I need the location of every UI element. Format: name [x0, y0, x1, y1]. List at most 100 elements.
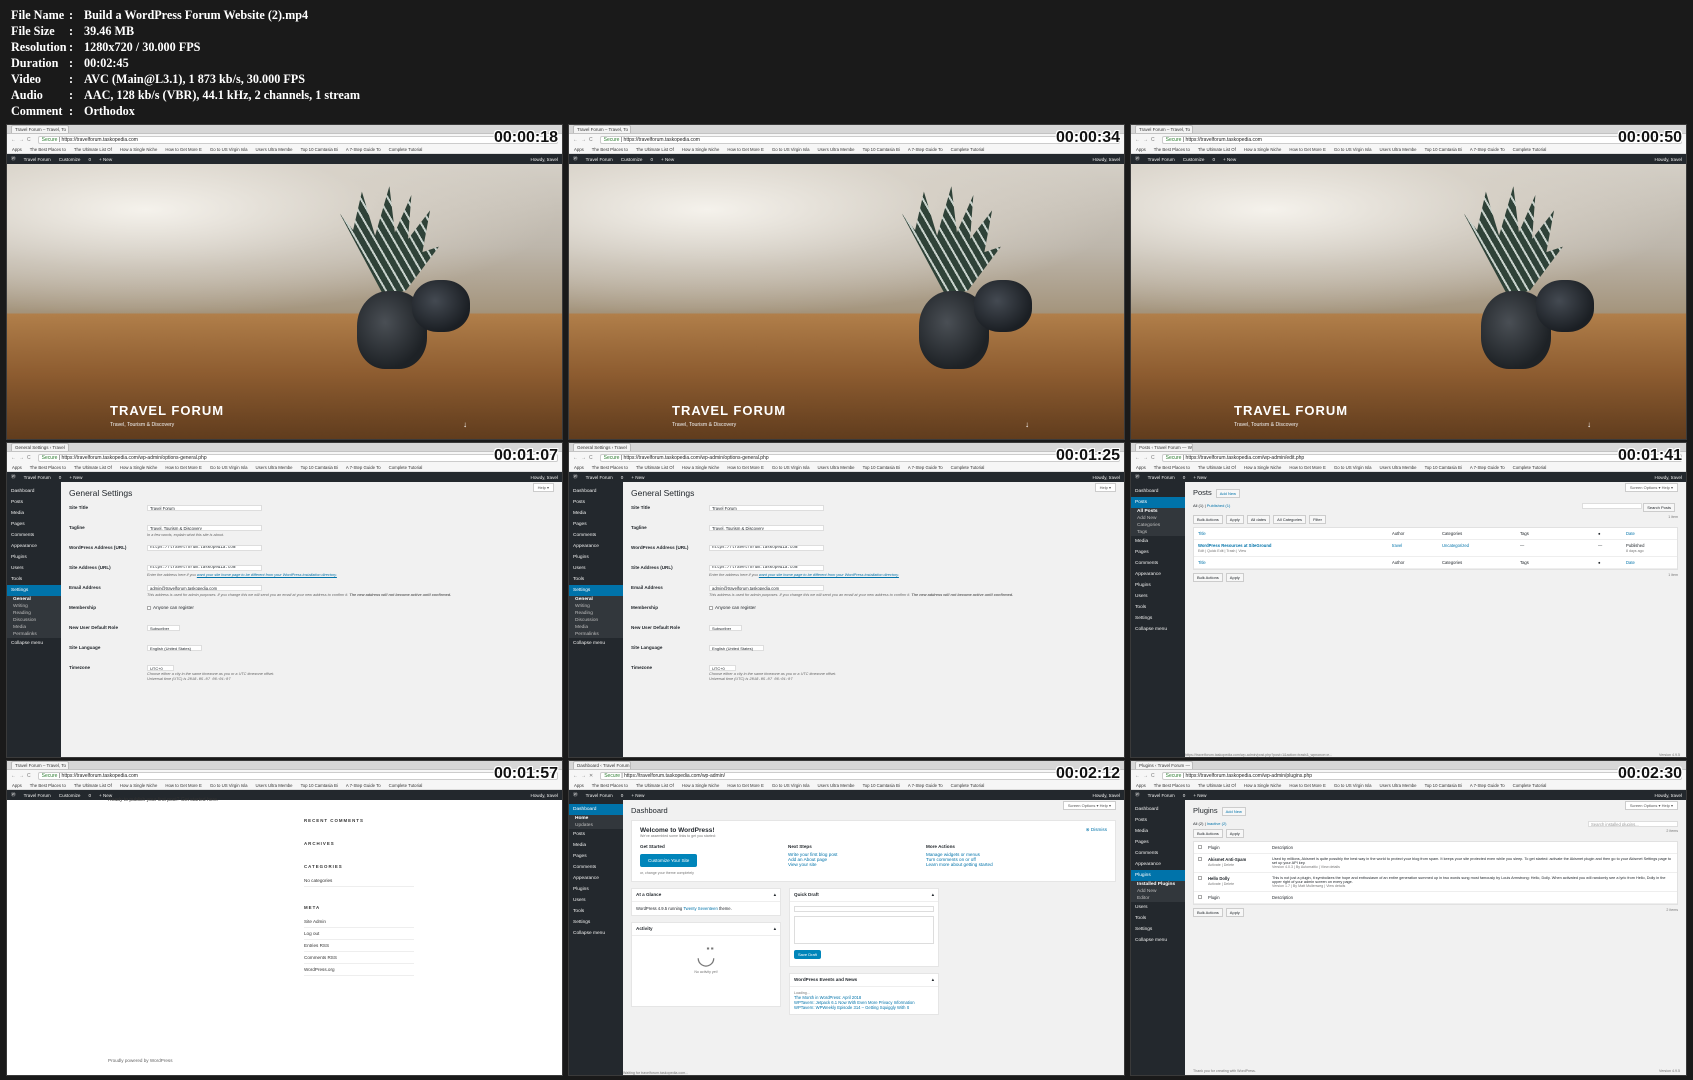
email-field[interactable]: admin@travelforum.taskopedia.com — [147, 585, 262, 591]
sidebar-item-dashboard[interactable]: Dashboard — [569, 486, 623, 497]
bulk-actions-select-bottom[interactable]: Bulk Actions — [1193, 907, 1223, 917]
browser-tab[interactable]: Travel Forum – Travel, To× — [573, 125, 631, 133]
toggle-icon[interactable]: ▴ — [774, 892, 776, 898]
sidebar-item-appearance[interactable]: Appearance — [569, 873, 623, 884]
help-button[interactable]: Help ▾ — [1094, 483, 1116, 492]
submenu-general[interactable]: General — [7, 596, 61, 603]
language-select[interactable]: English (United States) — [709, 645, 764, 651]
wordpress-logo-icon[interactable]: Ⓦ — [11, 156, 16, 162]
nav-arrows-icon[interactable]: ←→C — [1135, 137, 1158, 143]
sidebar-item-plugins[interactable]: Plugins — [7, 552, 61, 563]
filter-published[interactable]: Published (1) — [1207, 503, 1231, 508]
sidebar-item-plugins[interactable]: Plugins — [1131, 870, 1185, 881]
submenu-all-posts[interactable]: All Posts — [1131, 508, 1185, 515]
browser-tab[interactable]: Travel Forum – Travel, To× — [1135, 125, 1193, 133]
submenu-home[interactable]: Home — [569, 815, 623, 822]
submenu-editor[interactable]: Editor — [1131, 895, 1185, 902]
url-field[interactable]: Secure | https://travelforum.taskopedia.… — [37, 135, 558, 144]
browser-tab[interactable]: Travel Forum – Travel, To× — [11, 761, 69, 769]
sidebar-item-posts[interactable]: Posts — [7, 497, 61, 508]
browser-tab[interactable]: Plugins ‹ Travel Forum —× — [1135, 761, 1193, 769]
submenu-tags[interactable]: Tags — [1131, 529, 1185, 536]
bulk-actions-select[interactable]: Bulk Actions — [1193, 514, 1223, 524]
sidebar-item-dashboard[interactable]: Dashboard — [1131, 486, 1185, 497]
draft-title-input[interactable] — [794, 906, 934, 912]
toggle-icon[interactable]: ▴ — [932, 892, 934, 898]
select-all-checkbox[interactable] — [1198, 894, 1202, 899]
submenu-reading[interactable]: Reading — [7, 610, 61, 617]
nav-arrows-icon[interactable]: ←→C — [1135, 773, 1158, 779]
change-theme-link[interactable]: or, change your theme completely — [640, 871, 694, 875]
scroll-down-icon[interactable]: ↓ — [463, 420, 467, 429]
apply-button-bottom[interactable]: Apply — [1225, 907, 1244, 917]
submenu-permalinks[interactable]: Permalinks — [569, 631, 623, 638]
meta-link-log-out[interactable]: Log out — [304, 928, 414, 940]
sidebar-item-appearance[interactable]: Appearance — [1131, 569, 1185, 580]
submenu-installed-plugins[interactable]: Installed Plugins — [1131, 881, 1185, 888]
membership-checkbox[interactable] — [147, 605, 151, 610]
sidebar-item-appearance[interactable]: Appearance — [7, 541, 61, 552]
sidebar-item-pages[interactable]: Pages — [7, 519, 61, 530]
url-field[interactable]: Secure | https://travelforum.taskopedia.… — [1161, 453, 1682, 462]
sidebar-item-tools[interactable]: Tools — [1131, 913, 1185, 924]
url-field[interactable]: Secure | https://travelforum.taskopedia.… — [600, 771, 1120, 780]
role-select[interactable]: Subscriber — [147, 625, 181, 631]
meta-link-wordpress-org[interactable]: WordPress.org — [304, 964, 414, 976]
submenu-writing[interactable]: Writing — [569, 603, 623, 610]
tagline-field[interactable]: Travel, Tourism & Discovery — [147, 525, 262, 531]
nav-arrows-icon[interactable]: ←→C — [11, 773, 34, 779]
close-icon[interactable]: × — [62, 132, 65, 133]
add-new-button[interactable]: Add New — [1221, 806, 1246, 816]
sidebar-item-pages[interactable]: Pages — [1131, 547, 1185, 558]
collapse-menu[interactable]: Collapse menu — [1131, 935, 1185, 946]
site-title[interactable]: TRAVEL FORUM — [1234, 403, 1348, 418]
close-icon[interactable]: × — [62, 450, 65, 451]
sidebar-item-tools[interactable]: Tools — [569, 574, 623, 585]
close-icon[interactable]: × — [624, 450, 627, 451]
toggle-icon[interactable]: ▴ — [932, 977, 934, 983]
url-field[interactable]: Secure | https://travelforum.taskopedia.… — [1161, 771, 1682, 780]
sidebar-item-media[interactable]: Media — [1131, 536, 1185, 547]
sidebar-item-media[interactable]: Media — [1131, 826, 1185, 837]
collapse-menu[interactable]: Collapse menu — [569, 928, 623, 939]
nav-arrows-icon[interactable]: ←→C — [11, 137, 34, 143]
sidebar-item-comments[interactable]: Comments — [1131, 848, 1185, 859]
add-new-button[interactable]: Add New — [1215, 488, 1240, 498]
submenu-updates[interactable]: Updates — [569, 822, 623, 829]
meta-link-entries-rss[interactable]: Entries RSS — [304, 940, 414, 952]
wp-url-field[interactable]: https://travelforum.taskopedia.com — [709, 545, 824, 551]
submenu-general[interactable]: General — [569, 596, 623, 603]
sidebar-item-media[interactable]: Media — [7, 508, 61, 519]
submenu-add-new[interactable]: Add New — [1131, 888, 1185, 895]
sidebar-item-comments[interactable]: Comments — [1131, 558, 1185, 569]
row-actions[interactable]: Edit | Quick Edit | Trash | View — [1198, 549, 1246, 553]
submenu-add-new[interactable]: Add New — [1131, 515, 1185, 522]
bulk-actions-select[interactable]: Bulk Actions — [1193, 828, 1223, 838]
submenu-permalinks[interactable]: Permalinks — [7, 631, 61, 638]
browser-tab[interactable]: Travel Forum – Travel, To× — [11, 125, 69, 133]
site-title[interactable]: TRAVEL FORUM — [672, 403, 786, 418]
nav-arrows-icon[interactable]: ←→C — [1135, 455, 1158, 461]
site-title[interactable]: TRAVEL FORUM — [110, 403, 224, 418]
submenu-media[interactable]: Media — [569, 624, 623, 631]
plugin-actions[interactable]: Activate | Delete — [1208, 882, 1234, 886]
sidebar-item-settings[interactable]: Settings — [1131, 924, 1185, 935]
sidebar-item-plugins[interactable]: Plugins — [1131, 580, 1185, 591]
scroll-down-icon[interactable]: ↓ — [1587, 420, 1591, 429]
search-posts-button[interactable]: Search Posts — [1643, 502, 1675, 512]
wp-url-field[interactable]: https://travelforum.taskopedia.com — [147, 545, 262, 551]
wordpress-logo-icon[interactable]: Ⓦ — [11, 792, 16, 798]
filter-all[interactable]: All (2) — [1193, 821, 1203, 826]
sidebar-item-comments[interactable]: Comments — [7, 530, 61, 541]
browser-tab[interactable]: Dashboard ‹ Travel Forum× — [573, 761, 631, 769]
sidebar-item-users[interactable]: Users — [1131, 591, 1185, 602]
scroll-down-icon[interactable]: ↓ — [1025, 420, 1029, 429]
filter-all[interactable]: All (1) — [1193, 503, 1203, 508]
plugin-checkbox[interactable] — [1198, 875, 1202, 880]
sidebar-item-plugins[interactable]: Plugins — [569, 552, 623, 563]
browser-tab[interactable]: General Settings ‹ Travel× — [11, 443, 69, 451]
customize-site-button[interactable]: Customize Your Site — [640, 854, 698, 867]
apply-button[interactable]: Apply — [1225, 514, 1244, 524]
plugin-actions[interactable]: Activate | Delete — [1208, 863, 1234, 867]
nav-arrows-icon[interactable]: ←→✕ — [573, 773, 596, 779]
